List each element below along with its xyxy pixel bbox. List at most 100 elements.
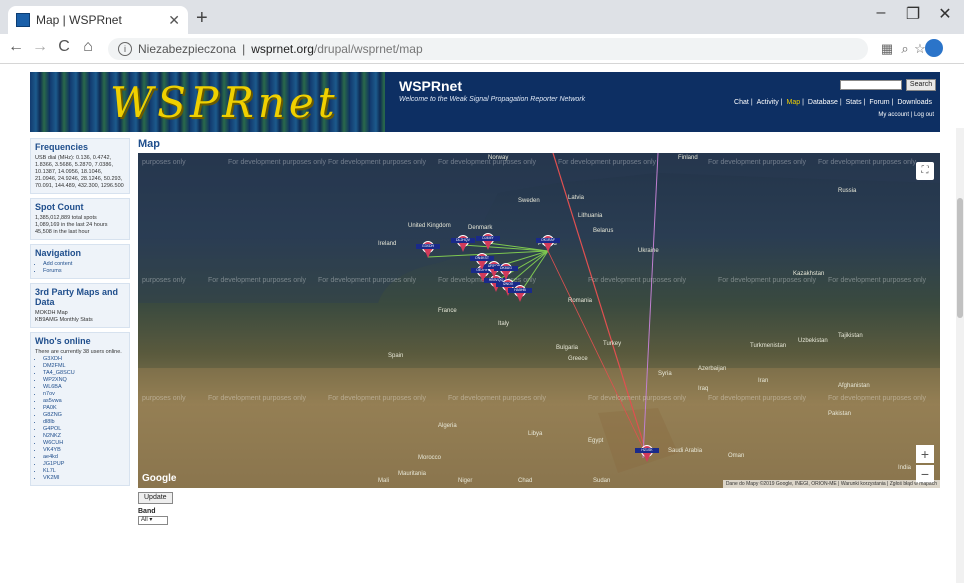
nav-link-chat[interactable]: Chat (734, 99, 749, 106)
station-pin[interactable]: HA5HB (508, 285, 532, 303)
online-user[interactable]: WP2XNQ (43, 377, 125, 384)
online-user[interactable]: VK2MI (43, 475, 125, 482)
block-title: Who's online (35, 336, 91, 346)
online-user[interactable]: DM2FML (43, 363, 125, 370)
nav-link-stats[interactable]: Stats (846, 99, 862, 106)
map-watermark: For development purposes only (328, 395, 427, 402)
site-name[interactable]: WSPRnet (399, 78, 462, 94)
address-toolbar: ← → C ⌂ i Niezabezpieczona | wsprnet.org… (0, 34, 964, 64)
station-pin[interactable]: HZ1SK (635, 445, 659, 463)
home-button[interactable]: ⌂ (76, 38, 100, 56)
reload-button[interactable]: C (52, 38, 76, 56)
map-watermark: For development purposes only (328, 159, 427, 166)
pin-callsign: HA5HB (508, 288, 532, 293)
profile-avatar-icon[interactable] (925, 39, 943, 57)
update-button[interactable]: Update (138, 492, 173, 504)
nav-forums[interactable]: Forums (43, 268, 125, 275)
map-watermark: For development purposes only (718, 277, 817, 284)
nav-add-content[interactable]: Add content (43, 261, 125, 268)
station-pin[interactable]: DJ4MY (476, 233, 500, 251)
url-separator: | (242, 42, 246, 56)
map-country-label: Turkey (603, 341, 622, 347)
pin-callsign: OK1RAF (536, 238, 560, 243)
url-bar[interactable]: i Niezabezpieczona | wsprnet.org/drupal/… (108, 38, 868, 60)
block-title: Frequencies (35, 142, 89, 152)
map-watermark: For development purposes only (708, 395, 807, 402)
site-favicon-icon (16, 13, 30, 27)
url-host: wsprnet.org (251, 42, 314, 56)
url-path: /drupal/wsprnet/map (313, 42, 423, 56)
tab-close-icon[interactable]: ✕ (168, 12, 180, 29)
map-watermark: purposes only (142, 395, 186, 402)
map-country-label: Italy (498, 321, 510, 327)
tab-title: Map | WSPRnet (36, 13, 122, 27)
band-select[interactable]: All ▾ (138, 516, 168, 525)
page-scrollbar[interactable] (956, 128, 964, 583)
page-title: Map (138, 138, 160, 150)
map-country-label: Oman (728, 453, 745, 459)
pin-callsign: DL2HQV (451, 238, 475, 243)
fullscreen-button[interactable]: ⛶ (916, 162, 934, 180)
pin-callsign: DK6UG (494, 266, 518, 271)
block-title: Navigation (35, 248, 82, 258)
propagation-map[interactable]: purposes only For development purposes on… (138, 153, 940, 488)
station-pin[interactable]: DK6UG (494, 263, 518, 281)
online-user[interactable]: KL7L (43, 468, 125, 475)
window-maximize-button[interactable]: ❐ (898, 4, 928, 24)
logo-banner[interactable]: WSPRnet (30, 72, 385, 132)
online-user[interactable]: WL6BA (43, 384, 125, 391)
link-log-out[interactable]: Log out (914, 112, 934, 118)
map-country-label: Turkmenistan (750, 343, 787, 349)
station-pin[interactable]: ON4KST (470, 253, 494, 271)
station-pin[interactable]: G3XDH (416, 241, 440, 259)
online-user[interactable]: G3XDH (43, 356, 125, 363)
pin-tail (425, 251, 431, 258)
online-user[interactable]: VK4YB (43, 447, 125, 454)
navigation-block: Navigation Add content Forums (30, 244, 130, 279)
online-user[interactable]: N2NKZ (43, 433, 125, 440)
nav-link-activity[interactable]: Activity (757, 99, 779, 106)
search-button[interactable]: Search (906, 79, 936, 91)
map-watermark: purposes only (142, 159, 186, 166)
nav-link-forum[interactable]: Forum (869, 99, 889, 106)
online-user[interactable]: PA0K (43, 405, 125, 412)
scrollbar-thumb[interactable] (957, 198, 963, 318)
map-country-label: Kazakhstan (793, 271, 825, 277)
search-input[interactable] (840, 80, 902, 90)
zoom-in-button[interactable]: + (916, 445, 934, 463)
map-country-label: Romania (568, 298, 593, 304)
window-close-button[interactable]: ✕ (930, 4, 960, 24)
map-country-label: Syria (658, 371, 672, 377)
map-country-label: Mali (378, 478, 390, 484)
browser-tab[interactable]: Map | WSPRnet ✕ (8, 6, 188, 34)
online-user[interactable]: TA4_G8SCU (43, 370, 125, 377)
online-user[interactable]: G8ZNG (43, 412, 125, 419)
map-country-label: Belarus (593, 228, 614, 234)
translate-icon[interactable]: ▦ (878, 41, 896, 57)
online-user[interactable]: JG1PUP (43, 461, 125, 468)
forward-button[interactable]: → (28, 38, 52, 56)
map-watermark: For development purposes only (588, 277, 687, 284)
third-party-link[interactable]: MOKDH Map (35, 310, 125, 317)
map-watermark: For development purposes only (708, 159, 807, 166)
station-pin[interactable]: OK1RAF (536, 235, 560, 253)
online-user[interactable]: ae4kd (43, 454, 125, 461)
nav-link-database[interactable]: Database (808, 99, 838, 106)
online-user[interactable]: dl8lb (43, 419, 125, 426)
nav-link-downloads[interactable]: Downloads (897, 99, 932, 106)
back-button[interactable]: ← (4, 38, 28, 56)
info-icon[interactable]: i (118, 42, 132, 56)
window-minimize-button[interactable]: – (866, 4, 896, 22)
map-country-label: Afghanistan (838, 383, 870, 389)
map-attribution[interactable]: Dane do Mapy ©2019 Google, INEGI, ORION-… (722, 480, 940, 488)
online-user[interactable]: n7ov (43, 391, 125, 398)
map-watermark: For development purposes only (818, 159, 917, 166)
link-my-account[interactable]: My account (878, 112, 909, 118)
third-party-link[interactable]: KB9AMG Monthly Stats (35, 317, 125, 324)
new-tab-button[interactable]: + (196, 8, 208, 28)
online-user[interactable]: G4POL (43, 426, 125, 433)
station-pin[interactable]: DL2HQV (451, 235, 475, 253)
online-user[interactable]: as5vwa (43, 398, 125, 405)
nav-link-map[interactable]: Map (787, 99, 801, 106)
online-user[interactable]: W6CUH (43, 440, 125, 447)
